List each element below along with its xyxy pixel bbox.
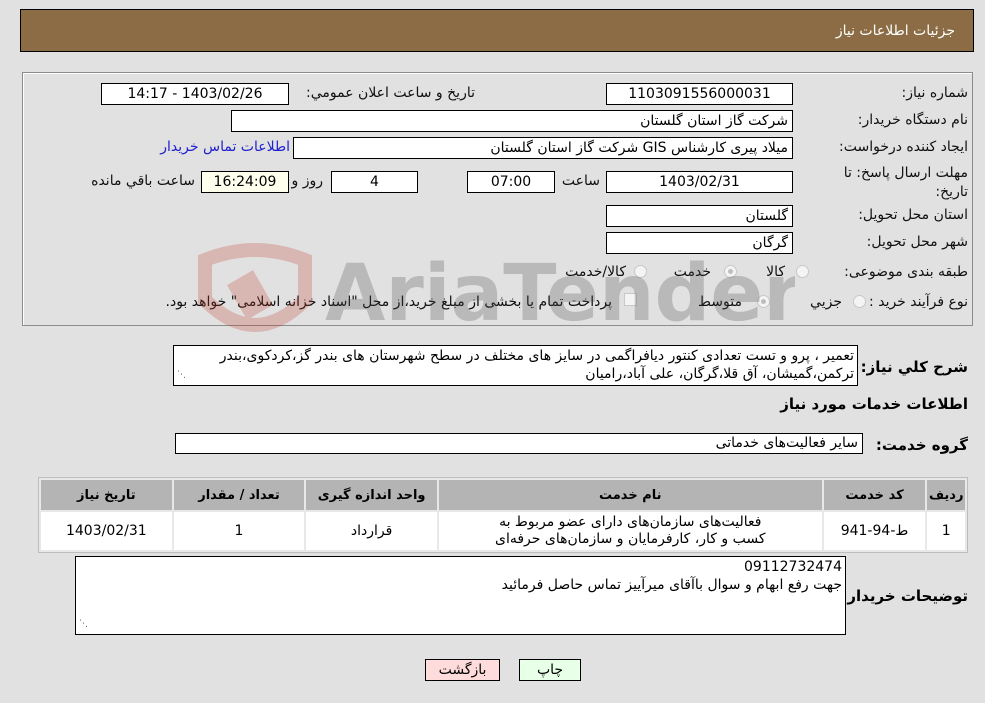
treasury-checkbox[interactable] (624, 293, 637, 306)
remaining-time-label: ساعت باقي مانده (91, 173, 195, 189)
category-label: طبقه بندی موضوعی: (844, 264, 968, 280)
category-option-goods: کالا (766, 264, 785, 280)
col-service-code: کد خدمت (823, 480, 926, 510)
buyer-contact-link[interactable]: اطلاعات تماس خریدار (160, 139, 290, 155)
category-radio-service[interactable] (724, 265, 737, 278)
province-label: استان محل تحویل: (858, 207, 968, 223)
buyer-org-label: نام دستگاه خریدار: (857, 112, 968, 128)
need-number-label: شماره نیاز: (901, 85, 969, 101)
resize-grip-icon[interactable]: ⋰ (79, 615, 88, 633)
buyer-notes-textarea[interactable]: 09112732474 جهت رفع ابهام و سوال باآقای … (75, 556, 846, 635)
buyer-notes-label: توضیحات خریدار: (841, 587, 968, 605)
col-service-name: نام خدمت (438, 480, 822, 510)
city-field: گرگان (606, 232, 793, 254)
cell-unit: قرارداد (306, 512, 437, 550)
description-text: تعمیر ، پرو و تست تعدادی کنتور دیافراگمی… (219, 348, 854, 382)
process-radio-minor[interactable] (853, 295, 866, 308)
category-radio-goods[interactable] (796, 265, 809, 278)
province-field: گلستان (606, 205, 793, 227)
service-group-field: سایر فعالیت‌های خدماتی (175, 433, 863, 454)
process-label: نوع فرآیند خرید : (869, 294, 968, 310)
cell-service-code: ط-94-941 (823, 512, 926, 550)
resize-grip-icon[interactable]: ⋰ (177, 366, 186, 384)
need-number-field: 1103091556000031 (606, 83, 793, 105)
back-button[interactable]: بازگشت (425, 659, 500, 681)
treasury-note: پرداخت تمام یا بخشی از مبلغ خرید،از محل … (165, 294, 612, 310)
creator-label: ایجاد کننده درخواست: (839, 139, 968, 155)
cell-need-date: 1403/02/31 (41, 512, 172, 550)
category-option-goods-service: کالا/خدمت (565, 264, 626, 280)
deadline-time-label: ساعت (561, 173, 600, 189)
remaining-time-field: 16:24:09 (201, 171, 289, 193)
category-option-service: خدمت (673, 264, 711, 280)
days-label: روز و (291, 173, 324, 189)
days-remaining-field: 4 (331, 171, 418, 193)
description-textarea[interactable]: تعمیر ، پرو و تست تعدادی کنتور دیافراگمی… (173, 345, 858, 386)
table-row: 1 ط-94-941 فعالیت‌های سازمان‌های دارای ع… (41, 512, 965, 550)
print-button[interactable]: چاپ (519, 659, 581, 681)
announce-datetime-label: تاریخ و ساعت اعلان عمومي: (306, 85, 475, 101)
process-option-medium: متوسط (698, 294, 742, 310)
buyer-notes-phone: 09112732474 (744, 559, 842, 575)
creator-field: میلاد پیری کارشناس GIS شرکت گاز استان گل… (293, 137, 793, 159)
cell-row-number: 1 (927, 512, 965, 550)
city-label: شهر محل تحویل: (866, 234, 968, 250)
service-group-label: گروه خدمت: (875, 436, 968, 454)
col-quantity: تعداد / مقدار (173, 480, 305, 510)
services-section-title: اطلاعات خدمات مورد نیاز (780, 395, 968, 413)
announce-datetime-field: 1403/02/26 - 14:17 (101, 83, 289, 105)
col-need-date: تاریخ نیاز (41, 480, 172, 510)
deadline-label: مهلت ارسال پاسخ: تا تاریخ: (843, 165, 968, 200)
process-option-minor: جزیي (810, 294, 842, 310)
page-header: جزئیات اطلاعات نیاز (20, 9, 974, 52)
buyer-org-field: شرکت گاز استان گلستان (231, 110, 793, 132)
deadline-date-field: 1403/02/31 (606, 171, 793, 193)
table-header-row: ردیف کد خدمت نام خدمت واحد اندازه گیری ت… (41, 480, 965, 510)
process-radio-medium[interactable] (757, 295, 770, 308)
page-title: جزئیات اطلاعات نیاز (835, 23, 955, 39)
services-table: ردیف کد خدمت نام خدمت واحد اندازه گیری ت… (38, 477, 968, 553)
buyer-notes-text: جهت رفع ابهام و سوال باآقای میرآییز تماس… (501, 577, 842, 593)
deadline-time-field: 07:00 (467, 171, 555, 193)
cell-quantity: 1 (173, 512, 305, 550)
description-label: شرح کلي نیاز: (860, 358, 968, 376)
cell-service-name: فعالیت‌های سازمان‌های دارای عضو مربوط به… (438, 512, 822, 550)
col-row-number: ردیف (927, 480, 965, 510)
category-radio-goods-service[interactable] (634, 265, 647, 278)
col-unit: واحد اندازه گیری (306, 480, 437, 510)
